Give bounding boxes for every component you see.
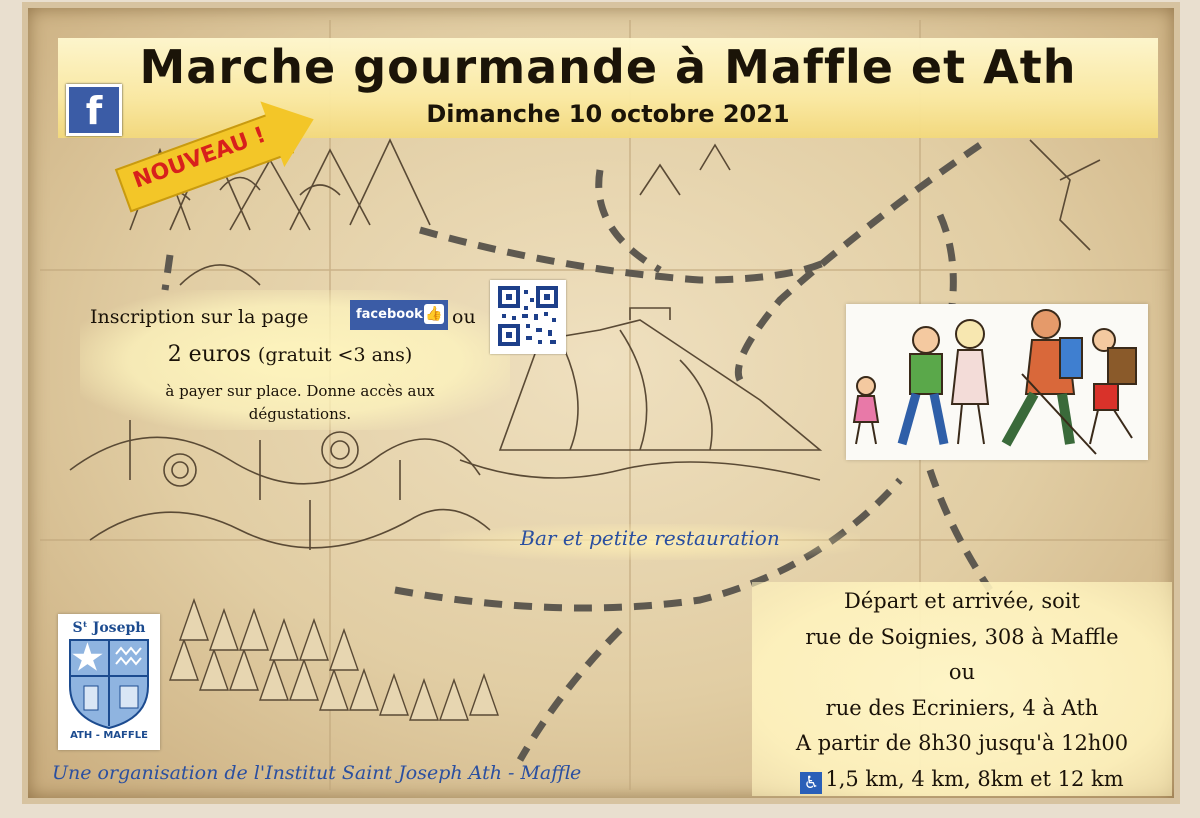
- qr-code[interactable]: [490, 280, 566, 354]
- price: 2 euros (gratuit <3 ans): [90, 342, 490, 367]
- price-amount: 2 euros: [167, 342, 251, 367]
- departure-info: Départ et arrivée, soit rue de Soignies,…: [752, 584, 1172, 797]
- registration-prefix: Inscription sur la page: [90, 306, 309, 328]
- registration-details: à payer sur place. Donne accès aux dégus…: [165, 382, 435, 423]
- school-logo: Sᵗ Joseph ATH - MAFFLE: [58, 614, 160, 750]
- distances-text: 1,5 km, 4 km, 8km et 12 km: [825, 766, 1124, 791]
- school-logo-location: ATH - MAFFLE: [70, 730, 148, 741]
- hills-sketch: [69, 420, 491, 550]
- departure-address-ath: rue des Ecriniers, 4 à Ath: [825, 695, 1099, 720]
- forest-sketch: [169, 597, 499, 721]
- registration-or: ou: [452, 306, 476, 328]
- price-note: (gratuit <3 ans): [257, 344, 413, 366]
- departure-line: Départ et arrivée, soit: [844, 589, 1080, 613]
- hikers-drawing: [852, 309, 1137, 455]
- event-date: Dimanche 10 octobre 2021: [426, 100, 790, 128]
- wheelchair-icon: ♿: [800, 771, 823, 794]
- distances: ♿ 1,5 km, 4 km, 8km et 12 km: [752, 762, 1172, 798]
- qr-code-icon: [498, 286, 558, 346]
- departure-time: A partir de 8h30 jusqu'à 12h00: [795, 731, 1129, 755]
- departure-address-maffle: rue de Soignies, 308 à Maffle: [805, 624, 1119, 649]
- event-title: Marche gourmande à Maffle et Ath: [139, 40, 1077, 94]
- thumbs-up-icon: 👍: [424, 304, 444, 324]
- event-poster: Marche gourmande à Maffle et Ath Dimanch…: [0, 0, 1200, 818]
- hikers-illustration: [846, 304, 1148, 460]
- facebook-icon[interactable]: f: [66, 84, 122, 136]
- departure-or: ou: [948, 660, 976, 684]
- facebook-page-button[interactable]: facebook 👍: [350, 300, 448, 330]
- facebook-page-label: facebook: [356, 307, 423, 322]
- organizer-credit: Une organisation de l'Institut Saint Jos…: [52, 762, 582, 784]
- bar-text: Bar et petite restauration: [520, 526, 780, 550]
